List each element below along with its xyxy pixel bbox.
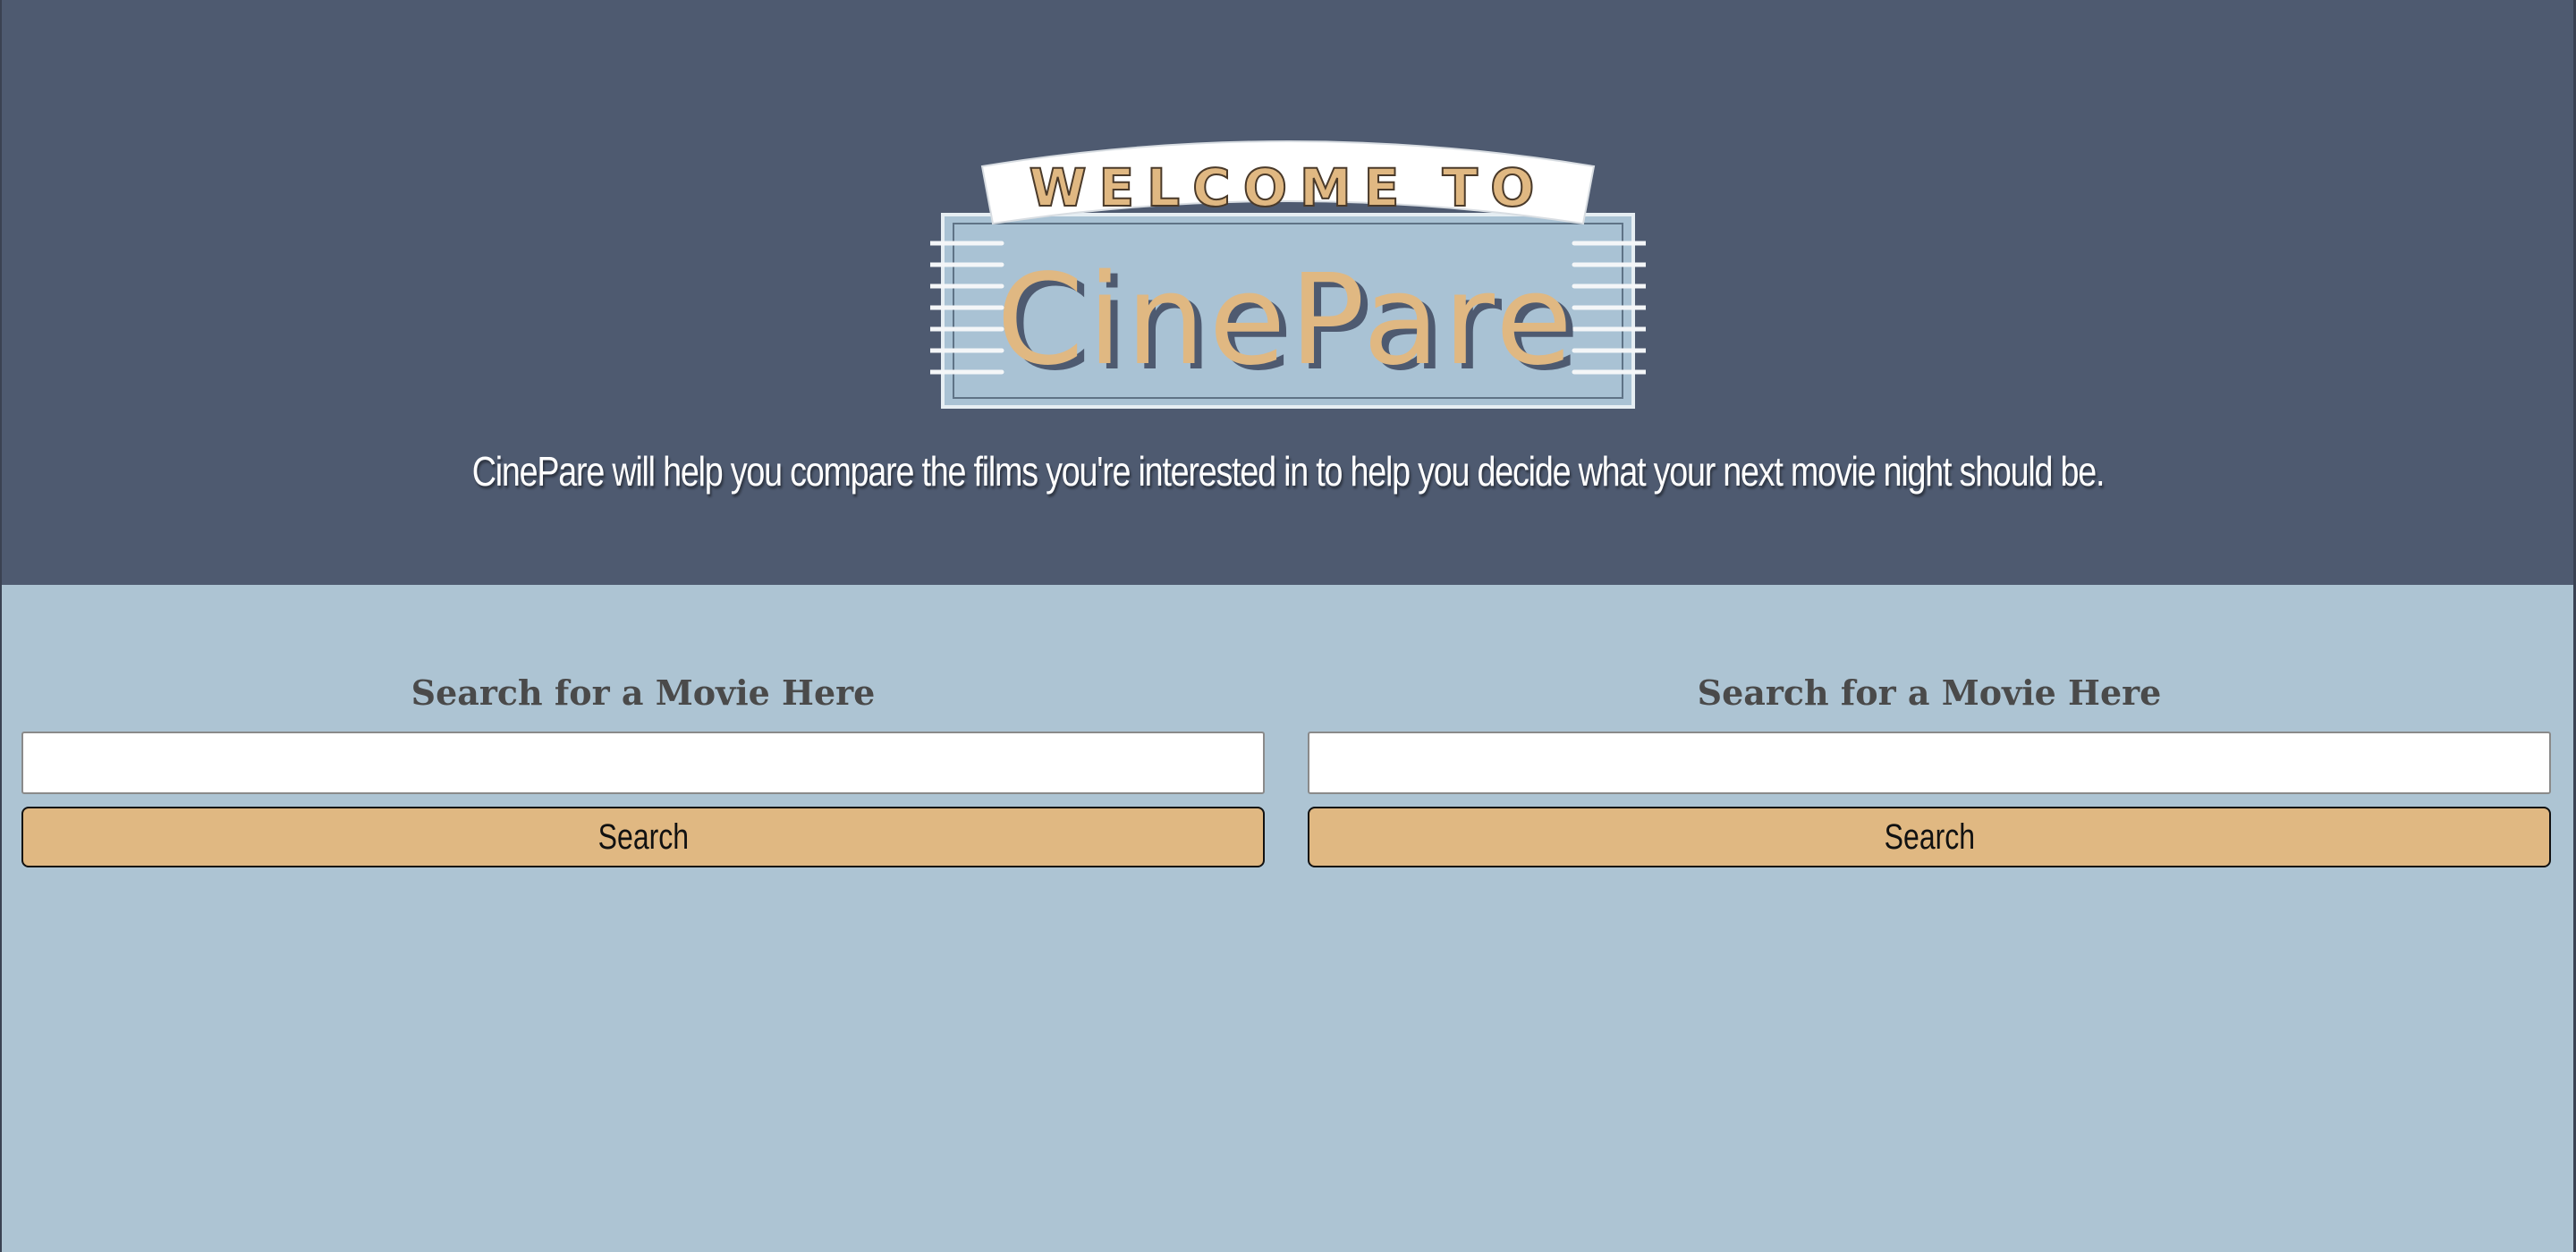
- logo-brand-text: CinePare: [996, 248, 1576, 393]
- search-panel-right: Search for a Movie Here Search: [1308, 669, 2551, 867]
- cinepare-logo: WELCOME TO CinePare CinePare: [930, 140, 1646, 409]
- search-input-right[interactable]: [1308, 732, 2551, 794]
- search-panel-left: Search for a Movie Here Search: [21, 669, 1265, 867]
- header: WELCOME TO CinePare CinePare CinePare wi…: [0, 0, 2576, 585]
- search-button-right[interactable]: Search: [1308, 807, 2551, 867]
- tagline: CinePare will help you compare the films…: [471, 448, 2106, 495]
- window-edge-left: [0, 0, 2, 1252]
- search-button-right-label: Search: [1884, 816, 1975, 857]
- logo-banner-text: WELCOME TO: [1030, 157, 1547, 218]
- search-heading-left: Search for a Movie Here: [411, 673, 876, 713]
- search-button-left[interactable]: Search: [21, 807, 1265, 867]
- search-button-left-label: Search: [597, 816, 689, 857]
- search-input-left[interactable]: [21, 732, 1265, 794]
- search-heading-right: Search for a Movie Here: [1697, 673, 2162, 713]
